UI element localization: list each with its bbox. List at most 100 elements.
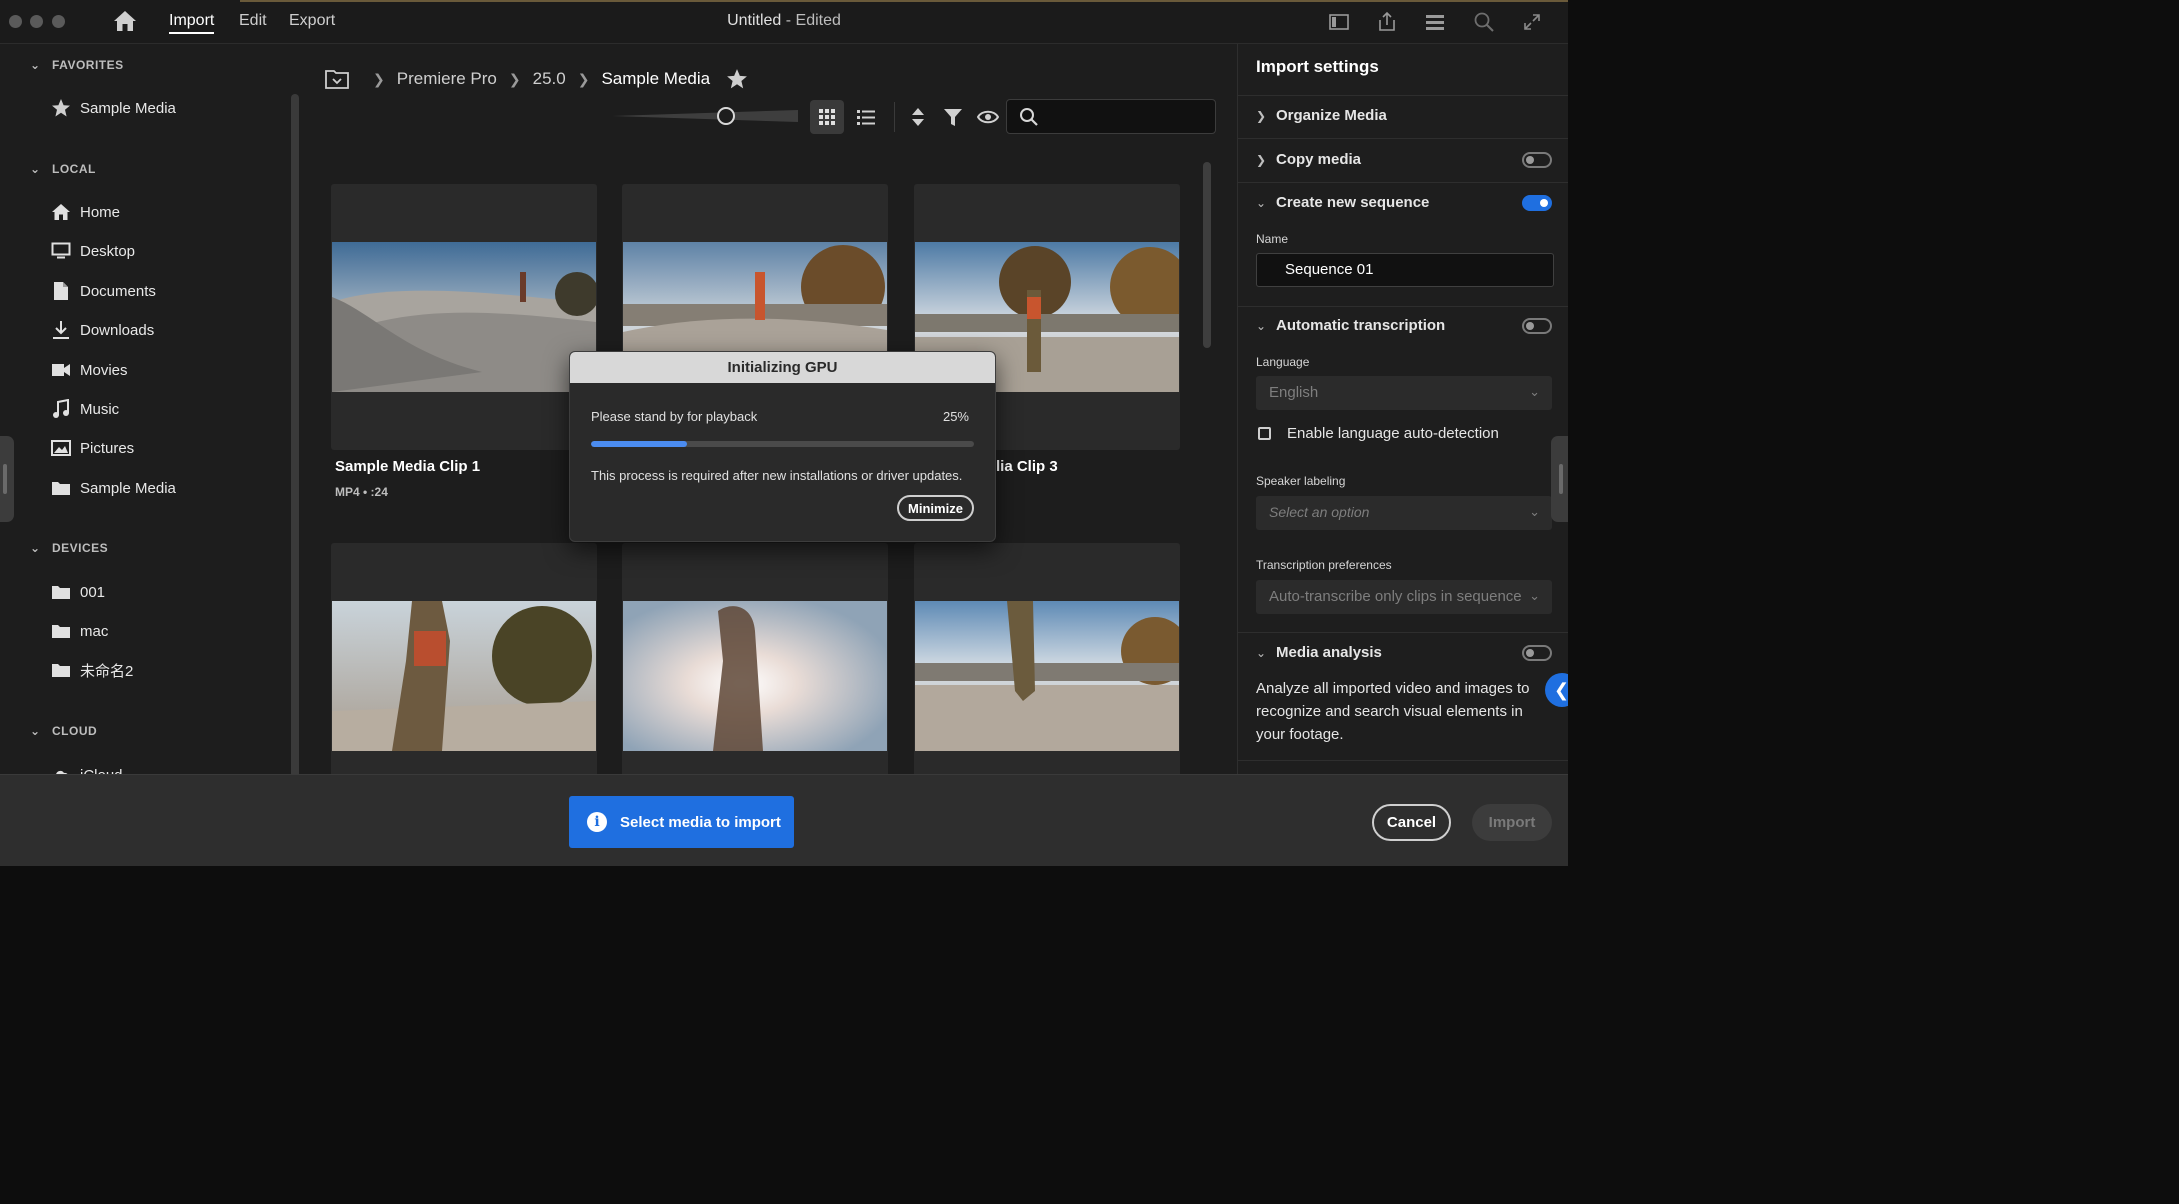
menu-export[interactable]: Export	[289, 12, 335, 30]
devices-label: DEVICES	[52, 541, 109, 555]
speaker-labeling-select[interactable]: Select an option ⌄	[1256, 496, 1552, 530]
panel-layout-icon[interactable]	[1328, 11, 1350, 33]
menu-import[interactable]: Import	[169, 12, 215, 34]
sidebar-item-home[interactable]: Home	[50, 199, 120, 225]
left-panel-resize-handle[interactable]	[0, 436, 14, 522]
minimize-window-button[interactable]	[30, 15, 43, 28]
sidebar-item-desktop[interactable]: Desktop	[50, 238, 135, 264]
media-card-clip-5[interactable]	[622, 543, 888, 809]
list-icon	[857, 110, 875, 125]
gpu-progress-bar	[591, 441, 974, 447]
copy-media-section[interactable]: ❯ Copy media	[1256, 151, 1361, 168]
auto-transcription-section[interactable]: ⌄ Automatic transcription	[1256, 317, 1445, 334]
auto-detection-label[interactable]: Enable language auto-detection	[1287, 425, 1499, 442]
sidebar-item-label: Sample Media	[80, 479, 176, 497]
divider	[1238, 182, 1568, 183]
favorites-section-header[interactable]: ⌄ FAVORITES	[30, 58, 124, 72]
sidebar-scrollbar[interactable]	[291, 94, 299, 784]
transcription-preferences-select[interactable]: Auto-transcribe only clips in sequence ⌄	[1256, 580, 1552, 614]
fullscreen-icon[interactable]	[1521, 11, 1543, 33]
copy-media-toggle[interactable]	[1522, 152, 1552, 168]
sidebar-item-local-sample-media[interactable]: Sample Media	[50, 475, 176, 501]
language-select[interactable]: English ⌄	[1256, 376, 1552, 410]
chevron-down-icon: ⌄	[1256, 645, 1267, 660]
auto-detection-checkbox[interactable]	[1258, 427, 1271, 440]
thumbnail-size-slider[interactable]	[612, 107, 798, 125]
sidebar-item-downloads[interactable]: Downloads	[50, 317, 154, 343]
create-sequence-section[interactable]: ⌄ Create new sequence	[1256, 194, 1429, 211]
sequence-name-field[interactable]: Sequence 01	[1256, 253, 1554, 287]
right-panel-resize-handle[interactable]	[1551, 436, 1568, 522]
import-button[interactable]: Import	[1472, 804, 1552, 841]
chevron-right-icon: ❯	[1256, 152, 1267, 167]
sidebar-item-device-mac[interactable]: mac	[50, 618, 108, 644]
gpu-progress-fill	[591, 441, 687, 447]
sort-icon[interactable]	[907, 106, 929, 128]
divider	[1238, 138, 1568, 139]
document-icon	[50, 281, 72, 301]
breadcrumb-item-current[interactable]: Sample Media	[601, 69, 710, 89]
chevron-down-icon: ⌄	[30, 541, 41, 555]
search-input[interactable]	[1006, 99, 1216, 134]
menu-edit[interactable]: Edit	[239, 12, 267, 30]
cancel-button[interactable]: Cancel	[1372, 804, 1451, 841]
breadcrumb-item-version[interactable]: 25.0	[533, 69, 566, 89]
footer-bar: i Select media to import Cancel Import	[0, 774, 1568, 866]
sidebar-item-music[interactable]: Music	[50, 396, 119, 422]
sidebar-item-label: 未命名2	[80, 662, 134, 680]
folder-icon	[50, 660, 72, 680]
eye-icon[interactable]	[977, 106, 999, 128]
sidebar-item-pictures[interactable]: Pictures	[50, 435, 134, 461]
breadcrumb-item-premiere-pro[interactable]: Premiere Pro	[397, 69, 497, 89]
zoom-window-button[interactable]	[52, 15, 65, 28]
folder-icon	[50, 582, 72, 602]
create-sequence-toggle[interactable]	[1522, 195, 1552, 211]
sidebar-item-movies[interactable]: Movies	[50, 357, 128, 383]
folder-icon	[50, 478, 72, 498]
chevron-right-icon: ❯	[1256, 108, 1267, 123]
organize-media-section[interactable]: ❯ Organize Media	[1256, 107, 1387, 124]
sidebar-item-label: Music	[80, 400, 120, 418]
cloud-label: CLOUD	[52, 724, 98, 738]
minimize-button[interactable]: Minimize	[897, 495, 974, 521]
progress-queue-icon[interactable]	[1424, 11, 1446, 33]
folder-dropdown-icon[interactable]	[325, 69, 349, 89]
dialog-note: This process is required after new insta…	[591, 468, 963, 483]
close-window-button[interactable]	[9, 15, 22, 28]
transcription-preferences-label: Transcription preferences	[1256, 558, 1392, 572]
local-section-header[interactable]: ⌄ LOCAL	[30, 162, 96, 176]
media-card-clip-4[interactable]	[331, 543, 597, 809]
breadcrumb-separator-icon: ❯	[577, 70, 590, 87]
filter-icon[interactable]	[942, 106, 964, 128]
toast-message: Select media to import	[620, 813, 781, 831]
sidebar-item-device-unnamed2[interactable]: 未命名2	[50, 657, 133, 683]
sidebar-item-favorite-sample-media[interactable]: Sample Media	[50, 95, 176, 121]
sidebar-item-device-001[interactable]: 001	[50, 579, 105, 605]
import-settings-panel: Import settings ❯ Organize Media ❯ Copy …	[1237, 44, 1568, 774]
premiere-import-window: Import Edit Export Untitled - Edited ⌄ F…	[0, 0, 1568, 866]
auto-transcription-toggle[interactable]	[1522, 318, 1552, 334]
search-help-icon[interactable]	[1473, 11, 1495, 33]
media-card-meta: MP4 • :24	[335, 485, 388, 499]
media-card-clip-1[interactable]	[331, 184, 597, 450]
outer-background	[1568, 0, 2179, 1204]
download-icon	[50, 320, 72, 340]
sidebar-item-label: Home	[80, 203, 121, 221]
media-analysis-toggle[interactable]	[1522, 645, 1552, 661]
sidebar-item-documents[interactable]: Documents	[50, 278, 156, 304]
select-media-toast: i Select media to import	[569, 796, 794, 848]
media-analysis-section[interactable]: ⌄ Media analysis	[1256, 644, 1382, 661]
devices-section-header[interactable]: ⌄ DEVICES	[30, 541, 108, 555]
favorite-star-icon[interactable]	[726, 68, 748, 90]
list-view-button[interactable]	[849, 100, 883, 134]
media-card-clip-6[interactable]	[914, 543, 1180, 809]
home-icon[interactable]	[113, 10, 137, 32]
share-icon[interactable]	[1376, 11, 1398, 33]
cloud-section-header[interactable]: ⌄ CLOUD	[30, 724, 97, 738]
media-browser-scrollbar[interactable]	[1203, 162, 1211, 348]
chevron-down-icon: ⌄	[30, 724, 41, 738]
grid-view-button[interactable]	[810, 100, 844, 134]
outer-background	[0, 866, 1568, 1204]
sidebar-item-label: 001	[80, 583, 106, 601]
sidebar-item-label: Sample Media	[80, 99, 176, 117]
